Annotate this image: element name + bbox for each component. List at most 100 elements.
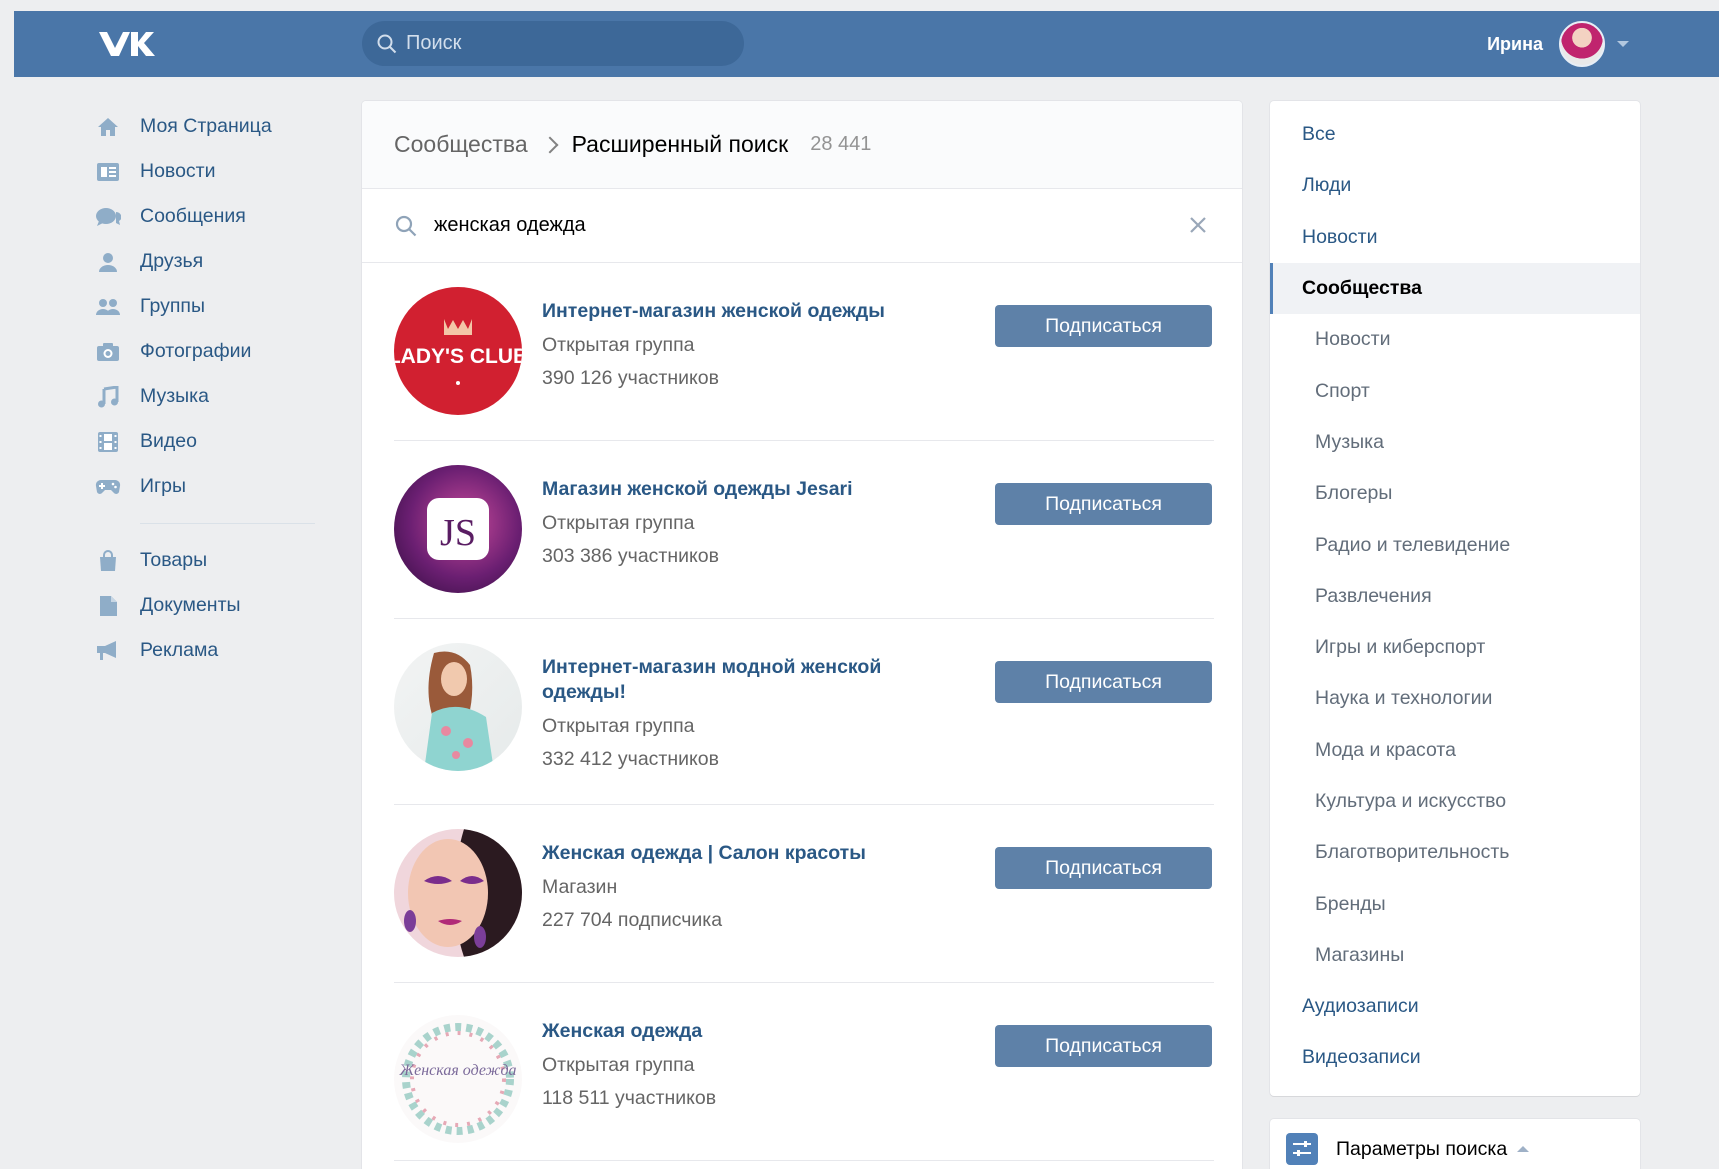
search-icon	[395, 215, 417, 236]
filter-item-people[interactable]: Люди	[1270, 160, 1640, 211]
svg-text:Женская одежда: Женская одежда	[398, 1062, 516, 1079]
nav-item-label: Документы	[140, 594, 241, 616]
left-navigation: Моя Страница Новости Сообщения Друзья Гр…	[95, 104, 315, 673]
nav-item-news[interactable]: Новости	[95, 149, 295, 194]
community-title-link[interactable]: Женская одежда	[542, 1019, 912, 1044]
nav-item-games[interactable]: Игры	[95, 464, 295, 509]
subscribe-button[interactable]: Подписаться	[995, 305, 1212, 347]
community-avatar[interactable]: LADY'S CLUB	[394, 287, 522, 415]
groups-icon	[95, 296, 121, 318]
subscribe-button[interactable]: Подписаться	[995, 1025, 1212, 1067]
community-type: Открытая группа	[542, 334, 695, 356]
nav-item-label: Реклама	[140, 639, 219, 661]
list-item: Женская одежда | Салон красоты Магазин 2…	[394, 829, 1214, 1007]
close-icon[interactable]	[1186, 213, 1210, 237]
nav-item-my-page[interactable]: Моя Страница	[95, 104, 295, 149]
search-params-toggle[interactable]: Параметры поиска	[1270, 1119, 1640, 1169]
camera-icon	[95, 341, 121, 363]
list-item: JS Магазин женской одежды Jesari Открыта…	[394, 465, 1214, 643]
nav-item-groups[interactable]: Группы	[95, 284, 295, 329]
nav-item-label: Сообщения	[140, 205, 246, 227]
filter-subitem-music[interactable]: Музыка	[1270, 417, 1640, 468]
filter-subitem-shops[interactable]: Магазины	[1270, 930, 1640, 981]
nav-item-goods[interactable]: Товары	[95, 538, 295, 583]
list-item: Женская одежда Женская одежда Открытая г…	[394, 1007, 1214, 1169]
top-header: Поиск Ирина	[14, 11, 1719, 77]
nav-item-video[interactable]: Видео	[95, 419, 295, 464]
community-title-link[interactable]: Женская одежда | Салон красоты	[542, 841, 962, 866]
nav-item-label: Видео	[140, 430, 197, 452]
divider	[394, 618, 1214, 619]
list-item: LADY'S CLUB Интернет-магазин женской оде…	[394, 287, 1214, 465]
filter-subitem-radio-tv[interactable]: Радио и телевидение	[1270, 519, 1640, 570]
user-menu[interactable]: Ирина	[1487, 18, 1629, 70]
filter-subitem-science-tech[interactable]: Наука и технологии	[1270, 673, 1640, 724]
user-name: Ирина	[1487, 33, 1543, 54]
filter-item-news[interactable]: Новости	[1270, 212, 1640, 263]
filter-subitem-brands[interactable]: Бренды	[1270, 878, 1640, 929]
filter-item-audio[interactable]: Аудиозаписи	[1270, 981, 1640, 1032]
nav-item-label: Моя Страница	[140, 115, 272, 137]
filter-item-communities[interactable]: Сообщества	[1270, 262, 1640, 315]
member-count: 390 126 участников	[542, 367, 719, 389]
nav-item-label: Игры	[140, 475, 186, 497]
nav-item-music[interactable]: Музыка	[95, 374, 295, 419]
query-text[interactable]: женская одежда	[434, 214, 586, 237]
filter-subitem-culture-art[interactable]: Культура и искусство	[1270, 776, 1640, 827]
nav-item-documents[interactable]: Документы	[95, 583, 295, 628]
video-icon	[95, 431, 121, 453]
community-type: Открытая группа	[542, 715, 695, 737]
friends-icon	[95, 251, 121, 273]
breadcrumb-communities-link[interactable]: Сообщества	[394, 131, 528, 158]
search-filter-menu: Все Люди Новости Сообщества Новости Спор…	[1270, 101, 1640, 1096]
community-avatar[interactable]: Женская одежда	[394, 1015, 522, 1143]
subscribe-button[interactable]: Подписаться	[995, 483, 1212, 525]
avatar	[1559, 21, 1605, 67]
nav-item-label: Товары	[140, 549, 208, 571]
search-input[interactable]: Поиск	[362, 21, 744, 66]
filter-subitem-sport[interactable]: Спорт	[1270, 365, 1640, 416]
filter-subitem-charity[interactable]: Благотворительность	[1270, 827, 1640, 878]
community-title-link[interactable]: Магазин женской одежды Jesari	[542, 477, 912, 502]
music-icon	[95, 385, 121, 408]
filter-item-video[interactable]: Видеозаписи	[1270, 1032, 1640, 1083]
divider	[394, 440, 1214, 441]
filter-subitem-entertainment[interactable]: Развлечения	[1270, 571, 1640, 622]
chevron-up-icon	[1517, 1146, 1530, 1152]
filter-subitem-bloggers[interactable]: Блогеры	[1270, 468, 1640, 519]
nav-item-friends[interactable]: Друзья	[95, 239, 295, 284]
svg-text:LADY'S CLUB: LADY'S CLUB	[394, 345, 522, 368]
community-title-link[interactable]: Интернет-магазин модной женской одежды!	[542, 655, 912, 705]
search-placeholder: Поиск	[406, 32, 462, 54]
filter-subitem-news[interactable]: Новости	[1270, 314, 1640, 365]
member-count: 227 704 подписчика	[542, 909, 723, 931]
filter-item-all[interactable]: Все	[1270, 109, 1640, 160]
nav-item-messages[interactable]: Сообщения	[95, 194, 295, 239]
subscribe-button[interactable]: Подписаться	[995, 847, 1212, 889]
filter-subitem-fashion-beauty[interactable]: Мода и красота	[1270, 725, 1640, 776]
community-avatar[interactable]	[394, 643, 522, 771]
member-count: 332 412 участников	[542, 748, 719, 770]
nav-item-label: Музыка	[140, 385, 209, 407]
nav-item-photos[interactable]: Фотографии	[95, 329, 295, 374]
community-type: Магазин	[542, 876, 618, 898]
nav-item-ads[interactable]: Реклама	[95, 628, 295, 673]
divider	[394, 982, 1214, 983]
community-avatar[interactable]	[394, 829, 522, 957]
home-icon	[95, 116, 121, 138]
news-icon	[95, 161, 121, 183]
community-title-link[interactable]: Интернет-магазин женской одежды	[542, 299, 912, 324]
megaphone-icon	[95, 640, 121, 662]
nav-item-label: Новости	[140, 160, 216, 182]
filter-subitem-games-esports[interactable]: Игры и киберспорт	[1270, 622, 1640, 673]
shopping-bag-icon	[95, 549, 121, 572]
subscribe-button[interactable]: Подписаться	[995, 661, 1212, 703]
nav-item-label: Фотографии	[140, 340, 252, 362]
community-avatar[interactable]: JS	[394, 465, 522, 593]
page-title: Расширенный поиск	[571, 131, 789, 157]
sliders-icon	[1286, 1133, 1318, 1165]
member-count: 303 386 участников	[542, 545, 719, 567]
search-icon	[377, 34, 397, 53]
query-field[interactable]: женская одежда	[362, 189, 1242, 263]
vk-logo-icon[interactable]	[97, 28, 157, 60]
